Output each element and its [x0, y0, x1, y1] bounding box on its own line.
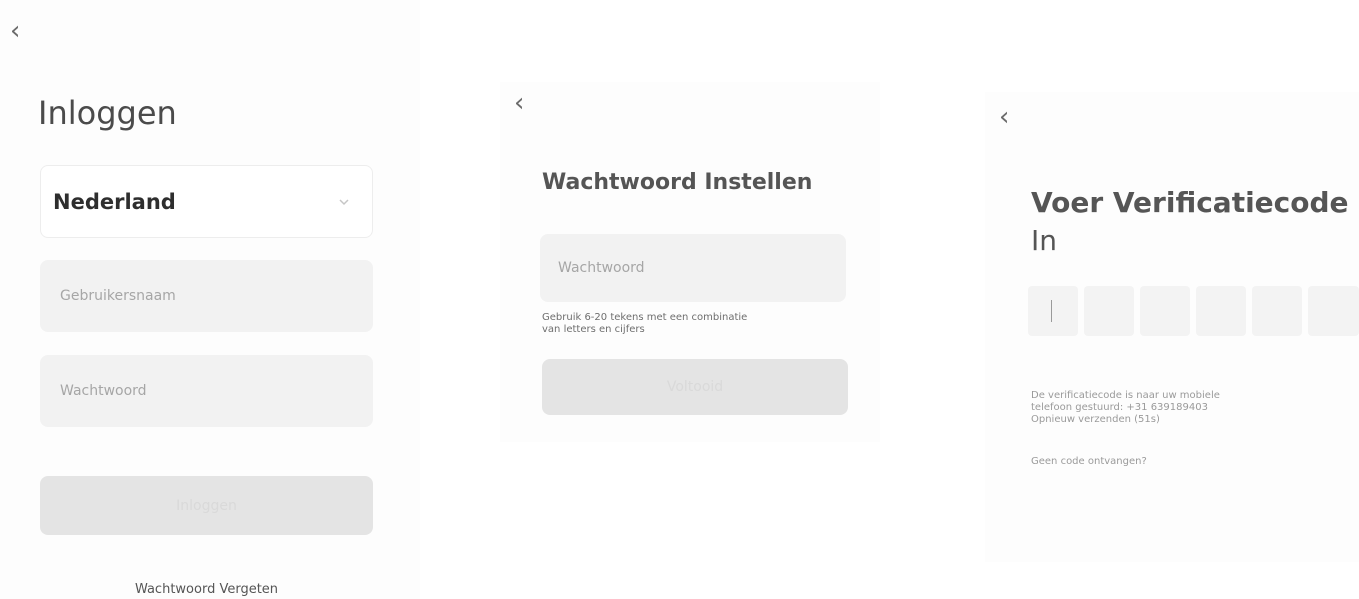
verification-info-line2: telefoon gestuurd: +31 639189403: [1031, 402, 1208, 413]
code-digit-2[interactable]: [1084, 286, 1134, 336]
code-digit-5[interactable]: [1252, 286, 1302, 336]
password-hint-line2: van letters en cijfers: [542, 324, 645, 335]
text-cursor: [1051, 300, 1052, 322]
country-select[interactable]: Nederland: [40, 165, 373, 238]
no-code-link[interactable]: Geen code ontvangen?: [1031, 456, 1147, 468]
code-digit-4[interactable]: [1196, 286, 1246, 336]
complete-button[interactable]: Voltooid: [542, 359, 848, 415]
login-title: Inloggen: [38, 94, 177, 132]
verification-info: De verificatiecode is naar uw mobiele te…: [1031, 390, 1220, 426]
code-digit-6[interactable]: [1308, 286, 1359, 336]
code-digit-3[interactable]: [1140, 286, 1190, 336]
login-button-label: Inloggen: [176, 497, 237, 514]
forgot-password-link[interactable]: Wachtwoord Vergeten: [40, 582, 373, 597]
new-password-placeholder: Wachtwoord: [558, 260, 645, 276]
password-placeholder: Wachtwoord: [60, 383, 147, 399]
set-password-title: Wachtwoord Instellen: [542, 170, 813, 195]
verify-title: Voer Verificatiecode In: [1031, 184, 1349, 260]
back-chevron-left-icon[interactable]: ‹: [514, 90, 524, 116]
login-screen: ‹ Inloggen Nederland Gebruikersnaam Wach…: [0, 0, 420, 599]
password-hint: Gebruik 6-20 tekens met een combinatie v…: [542, 312, 747, 336]
back-chevron-left-icon[interactable]: ‹: [10, 18, 20, 44]
verify-title-line1: Voer Verificatiecode: [1031, 186, 1349, 219]
code-digit-1[interactable]: [1028, 286, 1078, 336]
resend-countdown[interactable]: Opnieuw verzenden (51s): [1031, 414, 1220, 426]
login-button[interactable]: Inloggen: [40, 476, 373, 535]
username-placeholder: Gebruikersnaam: [60, 288, 176, 304]
back-chevron-left-icon[interactable]: ‹: [999, 104, 1009, 130]
chevron-down-icon: [339, 198, 349, 205]
verification-info-line1: De verificatiecode is naar uw mobiele: [1031, 390, 1220, 401]
set-password-screen: ‹ Wachtwoord Instellen Wachtwoord Gebrui…: [500, 82, 880, 442]
verify-title-line2: In: [1031, 224, 1058, 257]
password-input[interactable]: Wachtwoord: [40, 355, 373, 427]
country-value: Nederland: [53, 189, 176, 214]
new-password-input[interactable]: Wachtwoord: [540, 234, 846, 302]
username-input[interactable]: Gebruikersnaam: [40, 260, 373, 332]
password-hint-line1: Gebruik 6-20 tekens met een combinatie: [542, 312, 748, 323]
complete-button-label: Voltooid: [666, 379, 724, 395]
